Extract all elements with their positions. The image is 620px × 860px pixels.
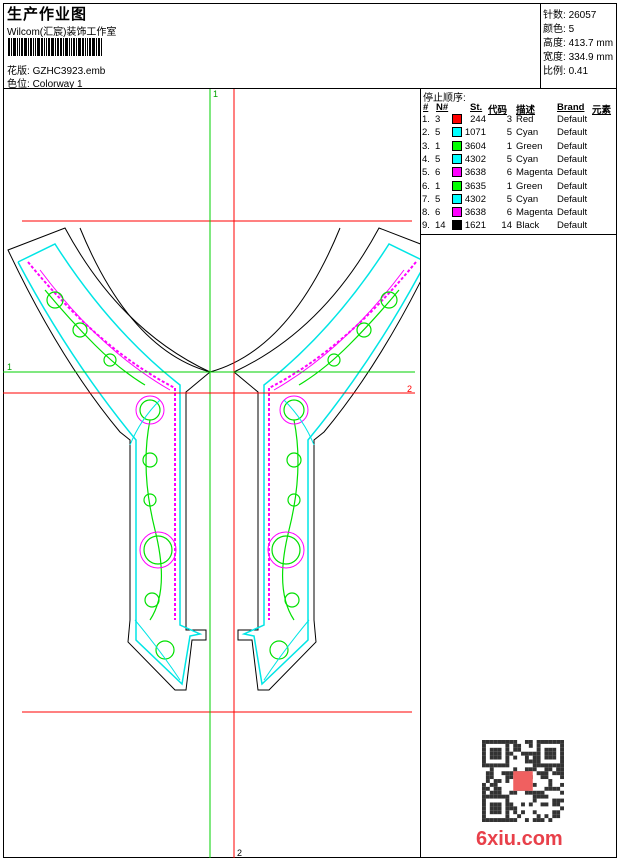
row-stitches: 1621 [464,220,486,232]
row-brand: Default [557,140,588,152]
stop-row: 3. 1 3604 1 Green Default [422,140,617,154]
row-needle: 5 [435,153,441,165]
row-code: 6 [506,167,512,179]
row-index: 1. [422,114,430,125]
design-info: 针数: 26057 颜色: 5 高度: 413.7 mm 宽度: 334.9 m… [540,3,617,88]
row-index: 9. [422,220,430,232]
row-desc: Magenta [516,167,553,179]
row-brand: Default [557,114,588,125]
row-stitches: 3638 [464,167,486,179]
row-index: 5. [422,167,430,179]
row-needle: 5 [435,127,441,139]
col-header-needle: N# [436,102,449,113]
guide-label: 2 [407,384,412,394]
row-needle: 1 [435,140,441,152]
row-needle: 14 [435,220,446,232]
row-code: 5 [506,127,512,139]
info-scale: 比例: 0.41 [543,66,589,77]
color-swatch [452,127,462,138]
row-stitches: 3635 [464,180,486,192]
qr-code [482,740,564,822]
col-header-index: # [423,102,429,113]
row-index: 7. [422,193,430,205]
stop-row: 9. 14 1621 14 Black Default [422,220,617,233]
page-title: 生产作业图 [7,6,88,23]
row-code: 14 [501,220,512,232]
row-desc: Red [516,114,534,125]
col-header-stitches: St. [470,102,483,113]
row-stitches: 244 [470,114,486,125]
row-brand: Default [557,180,588,192]
guide-label: 1 [213,89,218,99]
row-desc: Green [516,140,543,152]
row-index: 3. [422,140,430,152]
row-index: 6. [422,180,430,192]
stop-row: 2. 5 1071 5 Cyan Default [422,127,617,140]
watermark-logo: 6xiu.com [476,828,563,850]
color-swatch [452,220,462,231]
row-desc: Cyan [516,127,539,139]
row-needle: 3 [435,114,441,125]
color-swatch [452,114,462,124]
stop-row: 7. 5 4302 5 Cyan Default [422,193,617,207]
stop-row: 8. 6 3638 6 Magenta Default [422,207,617,220]
row-index: 2. [422,127,430,139]
color-swatch [452,140,462,151]
color-swatch [452,180,462,191]
row-stitches: 1071 [464,127,486,139]
company-name: Wilcom(汇宸)装饰工作室 [7,27,117,38]
row-brand: Default [557,167,588,179]
row-code: 5 [506,153,512,165]
design-preview: 1 2 1 2 [3,89,420,858]
stop-row: 4. 5 4302 5 Cyan Default [422,153,617,167]
row-stitches: 3638 [464,207,486,219]
row-brand: Default [557,220,588,232]
divider [420,234,617,235]
guide-label: 1 [7,362,12,372]
row-brand: Default [557,207,588,219]
collar-right [233,227,420,691]
info-height: 高度: 413.7 mm [543,38,614,49]
stop-row: 6. 1 3635 1 Green Default [422,180,617,194]
row-desc: Green [516,180,543,192]
stop-row: 5. 6 3638 6 Magenta Default [422,167,617,180]
row-desc: Cyan [516,153,539,165]
color-swatch [452,167,462,178]
row-stitches: 3604 [464,140,486,152]
collar-left [7,227,211,691]
guide-label: 2 [237,848,242,858]
row-brand: Default [557,153,588,165]
row-code: 5 [506,193,512,205]
barcode [8,38,150,56]
row-stitches: 4302 [464,193,486,205]
divider [420,88,421,858]
info-colors: 颜色: 5 [543,24,575,35]
row-brand: Default [557,127,588,139]
row-desc: Cyan [516,193,539,205]
row-code: 3 [506,114,512,125]
row-needle: 1 [435,180,441,192]
row-desc: Black [516,220,540,232]
row-needle: 6 [435,167,441,179]
row-brand: Default [557,193,588,205]
color-swatch [452,207,462,218]
stop-row: 1. 3 244 3 Red Default [422,114,617,127]
info-width: 宽度: 334.9 mm [543,52,614,63]
row-code: 6 [506,207,512,219]
color-swatch [452,153,462,164]
row-needle: 6 [435,207,441,219]
col-header-brand: Brand [557,102,585,113]
color-swatch [452,193,462,204]
row-stitches: 4302 [464,153,486,165]
row-code: 1 [506,140,512,152]
row-code: 1 [506,180,512,192]
info-stitches: 针数: 26057 [543,10,597,21]
row-desc: Magenta [516,207,553,219]
row-index: 8. [422,207,430,219]
row-needle: 5 [435,193,441,205]
row-index: 4. [422,153,430,165]
